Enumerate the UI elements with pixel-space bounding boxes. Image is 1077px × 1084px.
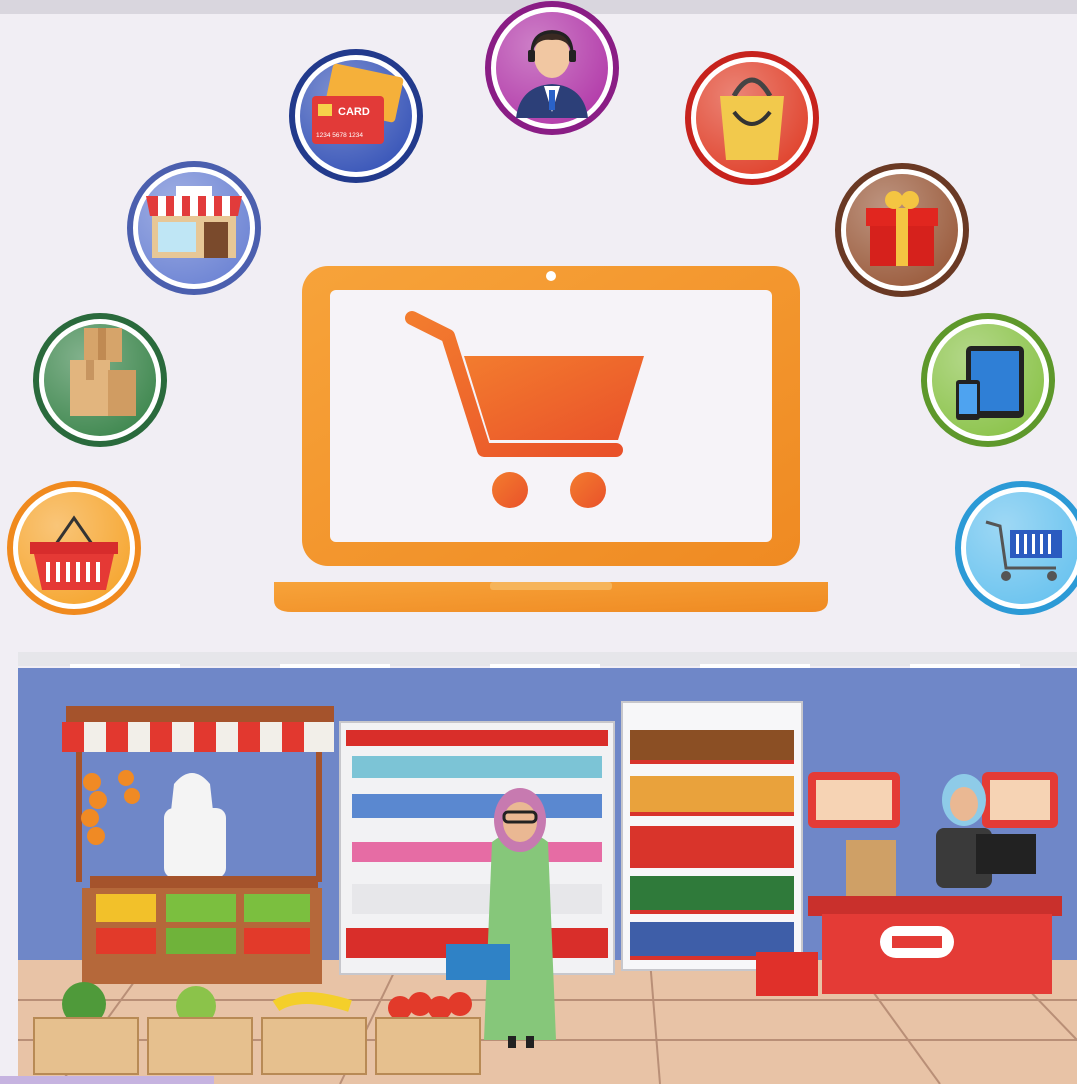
basket-icon xyxy=(7,481,141,615)
boxes-icon xyxy=(33,313,167,447)
tablet-phone-icon xyxy=(921,313,1055,447)
card-label: CARD xyxy=(338,106,370,118)
gift-box-icon xyxy=(835,163,969,297)
storefront-icon xyxy=(127,161,261,295)
supermarket-scene xyxy=(0,652,1077,1084)
card-number: 1234 5678 1234 xyxy=(316,132,363,139)
laptop xyxy=(274,266,828,612)
online-shopping-illustration: CARD 1234 5678 1234 xyxy=(0,0,1077,1084)
shopping-bag-icon xyxy=(685,51,819,185)
credit-card-icon: CARD 1234 5678 1234 xyxy=(289,49,423,183)
grocery-shelf xyxy=(621,701,803,971)
laptop-camera xyxy=(546,271,556,281)
bottom-tab xyxy=(0,1076,214,1084)
support-agent-icon xyxy=(485,1,619,135)
refrigerator-shelf xyxy=(339,721,615,975)
trolley-icon xyxy=(955,481,1077,615)
